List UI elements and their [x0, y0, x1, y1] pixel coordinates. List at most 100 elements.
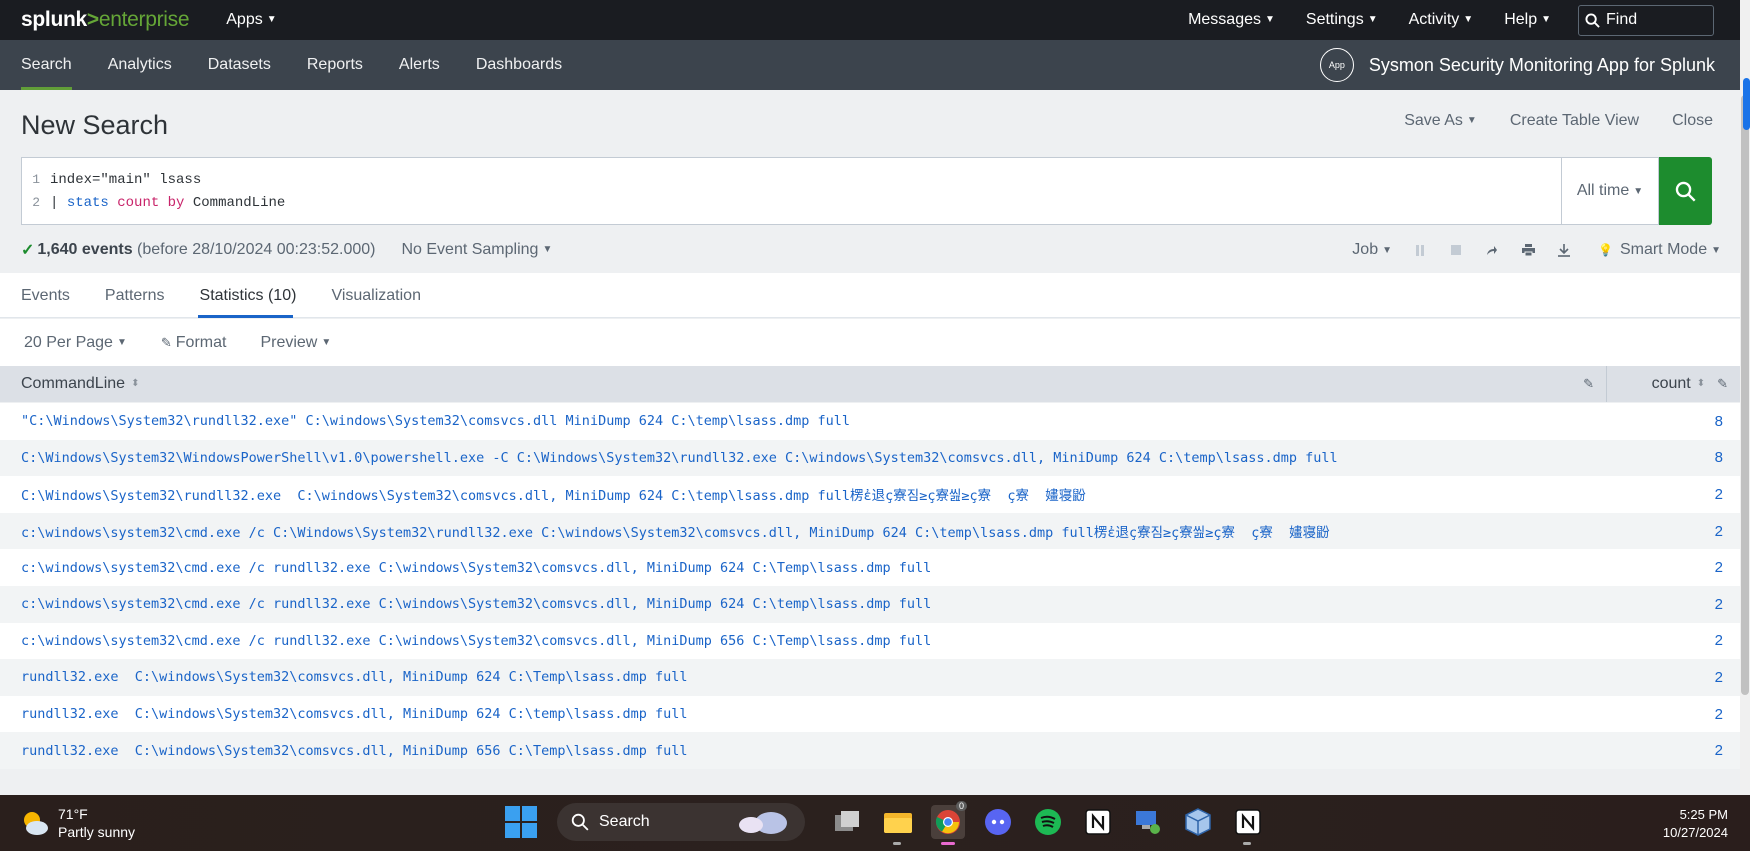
column-header-commandline[interactable]: CommandLine ⬍ ✎ — [0, 366, 1607, 402]
search-icon — [1585, 12, 1600, 28]
time-range-picker[interactable]: All time ▼ — [1562, 157, 1659, 225]
top-bar: splunk>enterprise Apps ▼ Messages ▼ Settin… — [0, 0, 1740, 40]
virtualbox-icon[interactable] — [1181, 805, 1215, 839]
notion-icon[interactable] — [1081, 805, 1115, 839]
commandline-cell[interactable]: c:\windows\system32\cmd.exe /c rundll32.… — [0, 560, 1640, 576]
messages-menu[interactable]: Messages ▼ — [1188, 11, 1275, 29]
commandline-cell[interactable]: c:\windows\system32\cmd.exe /c rundll32.… — [0, 633, 1640, 649]
splunk-logo[interactable]: splunk>enterprise — [21, 8, 190, 32]
sort-icon[interactable]: ⬍ — [131, 379, 139, 389]
sort-icon[interactable]: ⬍ — [1697, 379, 1705, 389]
count-cell[interactable]: 2 — [1640, 559, 1740, 576]
find-placeholder: Find — [1606, 11, 1638, 28]
pause-icon[interactable] — [1412, 242, 1428, 258]
scrollbar-thumb[interactable] — [1741, 95, 1749, 695]
commandline-cell[interactable]: C:\Windows\System32\rundll32.exe C:\wind… — [0, 484, 1640, 504]
run-search-button[interactable] — [1659, 157, 1712, 225]
job-menu[interactable]: Job ▼ — [1352, 241, 1392, 259]
apps-menu[interactable]: Apps ▼ — [226, 11, 276, 29]
weather-widget[interactable]: 71°F Partly sunny — [20, 805, 135, 841]
table-row[interactable]: rundll32.exe C:\windows\System32\comsvcs… — [0, 732, 1740, 769]
notion-icon-2[interactable] — [1231, 805, 1265, 845]
event-sampling-dropdown[interactable]: No Event Sampling ▼ — [401, 241, 552, 259]
stop-icon[interactable] — [1448, 242, 1464, 258]
commandline-cell[interactable]: C:\Windows\System32\WindowsPowerShell\v1… — [0, 450, 1640, 466]
count-cell[interactable]: 2 — [1640, 523, 1740, 540]
table-row[interactable]: C:\Windows\System32\WindowsPowerShell\v1… — [0, 439, 1740, 477]
count-cell[interactable]: 2 — [1640, 742, 1740, 759]
count-cell[interactable]: 8 — [1640, 413, 1740, 430]
nav-reports[interactable]: Reports — [289, 40, 381, 90]
tab-visualization[interactable]: Visualization — [312, 273, 421, 318]
clock-time: 5:25 PM — [1679, 807, 1728, 822]
page-scrollbar[interactable] — [1740, 0, 1750, 795]
nav-datasets[interactable]: Datasets — [190, 40, 289, 90]
count-cell[interactable]: 2 — [1640, 669, 1740, 686]
tab-patterns[interactable]: Patterns — [86, 273, 165, 318]
preview-dropdown[interactable]: Preview ▼ — [260, 334, 331, 352]
table-row[interactable]: rundll32.exe C:\windows\System32\comsvcs… — [0, 695, 1740, 733]
pencil-icon[interactable]: ✎ — [1583, 376, 1594, 392]
activity-menu[interactable]: Activity ▼ — [1409, 11, 1474, 29]
nav-search[interactable]: Search — [0, 40, 90, 90]
count-cell[interactable]: 8 — [1640, 449, 1740, 466]
taskbar-search[interactable]: Search — [557, 803, 805, 841]
spotify-icon[interactable] — [1031, 805, 1065, 839]
count-cell[interactable]: 2 — [1640, 706, 1740, 723]
settings-menu[interactable]: Settings ▼ — [1306, 11, 1378, 29]
app-identity[interactable]: App Sysmon Security Monitoring App for S… — [1319, 48, 1715, 82]
search-mode-dropdown[interactable]: 💡 Smart Mode ▼ — [1598, 241, 1721, 259]
table-row[interactable]: C:\Windows\System32\rundll32.exe C:\wind… — [0, 476, 1740, 513]
per-page-dropdown[interactable]: 20 Per Page ▼ — [24, 334, 127, 352]
results-tabs: Events Patterns Statistics (10) Visualiz… — [0, 273, 1740, 318]
caret-down-icon: ▼ — [542, 244, 553, 255]
format-button[interactable]: ✎ Format — [161, 334, 227, 352]
remote-desktop-icon[interactable] — [1131, 805, 1165, 839]
table-row[interactable]: c:\windows\system32\cmd.exe /c rundll32.… — [0, 585, 1740, 623]
chrome-icon[interactable]: 0 — [931, 801, 967, 845]
file-explorer-icon[interactable] — [881, 805, 915, 845]
close-button[interactable]: Close — [1672, 112, 1713, 130]
system-clock[interactable]: 5:25 PM 10/27/2024 — [1663, 806, 1728, 842]
column-header-count[interactable]: count ⬍ ✎ — [1607, 366, 1740, 402]
table-row[interactable]: rundll32.exe C:\windows\System32\comsvcs… — [0, 659, 1740, 696]
commandline-cell[interactable]: rundll32.exe C:\windows\System32\comsvcs… — [0, 743, 1640, 759]
count-cell[interactable]: 2 — [1640, 632, 1740, 649]
find-input[interactable]: Find — [1578, 4, 1714, 36]
export-icon[interactable] — [1556, 242, 1572, 258]
nav-analytics[interactable]: Analytics — [90, 40, 190, 90]
caret-down-icon: ▼ — [116, 337, 127, 348]
caret-down-icon: ▼ — [1463, 14, 1474, 25]
table-row[interactable]: c:\windows\system32\cmd.exe /c rundll32.… — [0, 622, 1740, 660]
tab-events[interactable]: Events — [0, 273, 70, 318]
create-table-view-button[interactable]: Create Table View — [1510, 112, 1639, 130]
discord-icon[interactable] — [981, 805, 1015, 839]
count-cell[interactable]: 2 — [1640, 596, 1740, 613]
pencil-icon[interactable]: ✎ — [1717, 376, 1728, 392]
caret-down-icon: ▼ — [1633, 185, 1644, 197]
caret-down-icon: ▼ — [1264, 14, 1275, 25]
table-row[interactable]: c:\windows\system32\cmd.exe /c rundll32.… — [0, 549, 1740, 586]
windows-start-icon[interactable] — [505, 806, 537, 838]
line-number: 2 — [32, 195, 40, 210]
task-view-icon[interactable] — [831, 805, 865, 839]
print-icon[interactable] — [1520, 242, 1536, 258]
search-editor[interactable]: 1 index="main" lsass 2 | stats count by … — [21, 157, 1562, 225]
help-menu[interactable]: Help ▼ — [1504, 11, 1551, 29]
nav-alerts[interactable]: Alerts — [381, 40, 458, 90]
table-row[interactable]: "C:\Windows\System32\rundll32.exe" C:\wi… — [0, 403, 1740, 440]
commandline-cell[interactable]: c:\windows\system32\cmd.exe /c C:\Window… — [0, 521, 1640, 541]
save-as-button[interactable]: Save As ▼ — [1404, 112, 1477, 130]
commandline-cell[interactable]: "C:\Windows\System32\rundll32.exe" C:\wi… — [0, 413, 1640, 429]
chrome-badge: 0 — [955, 801, 967, 811]
caret-down-icon: ▼ — [1367, 14, 1378, 25]
commandline-cell[interactable]: rundll32.exe C:\windows\System32\comsvcs… — [0, 706, 1640, 722]
table-row[interactable]: c:\windows\system32\cmd.exe /c C:\Window… — [0, 512, 1740, 550]
commandline-cell[interactable]: c:\windows\system32\cmd.exe /c rundll32.… — [0, 596, 1640, 612]
count-cell[interactable]: 2 — [1640, 486, 1740, 503]
tab-statistics[interactable]: Statistics (10) — [181, 273, 297, 318]
share-icon[interactable] — [1484, 242, 1500, 258]
event-count: 1,640 events — [37, 241, 133, 258]
nav-dashboards[interactable]: Dashboards — [458, 40, 580, 90]
commandline-cell[interactable]: rundll32.exe C:\windows\System32\comsvcs… — [0, 669, 1640, 685]
